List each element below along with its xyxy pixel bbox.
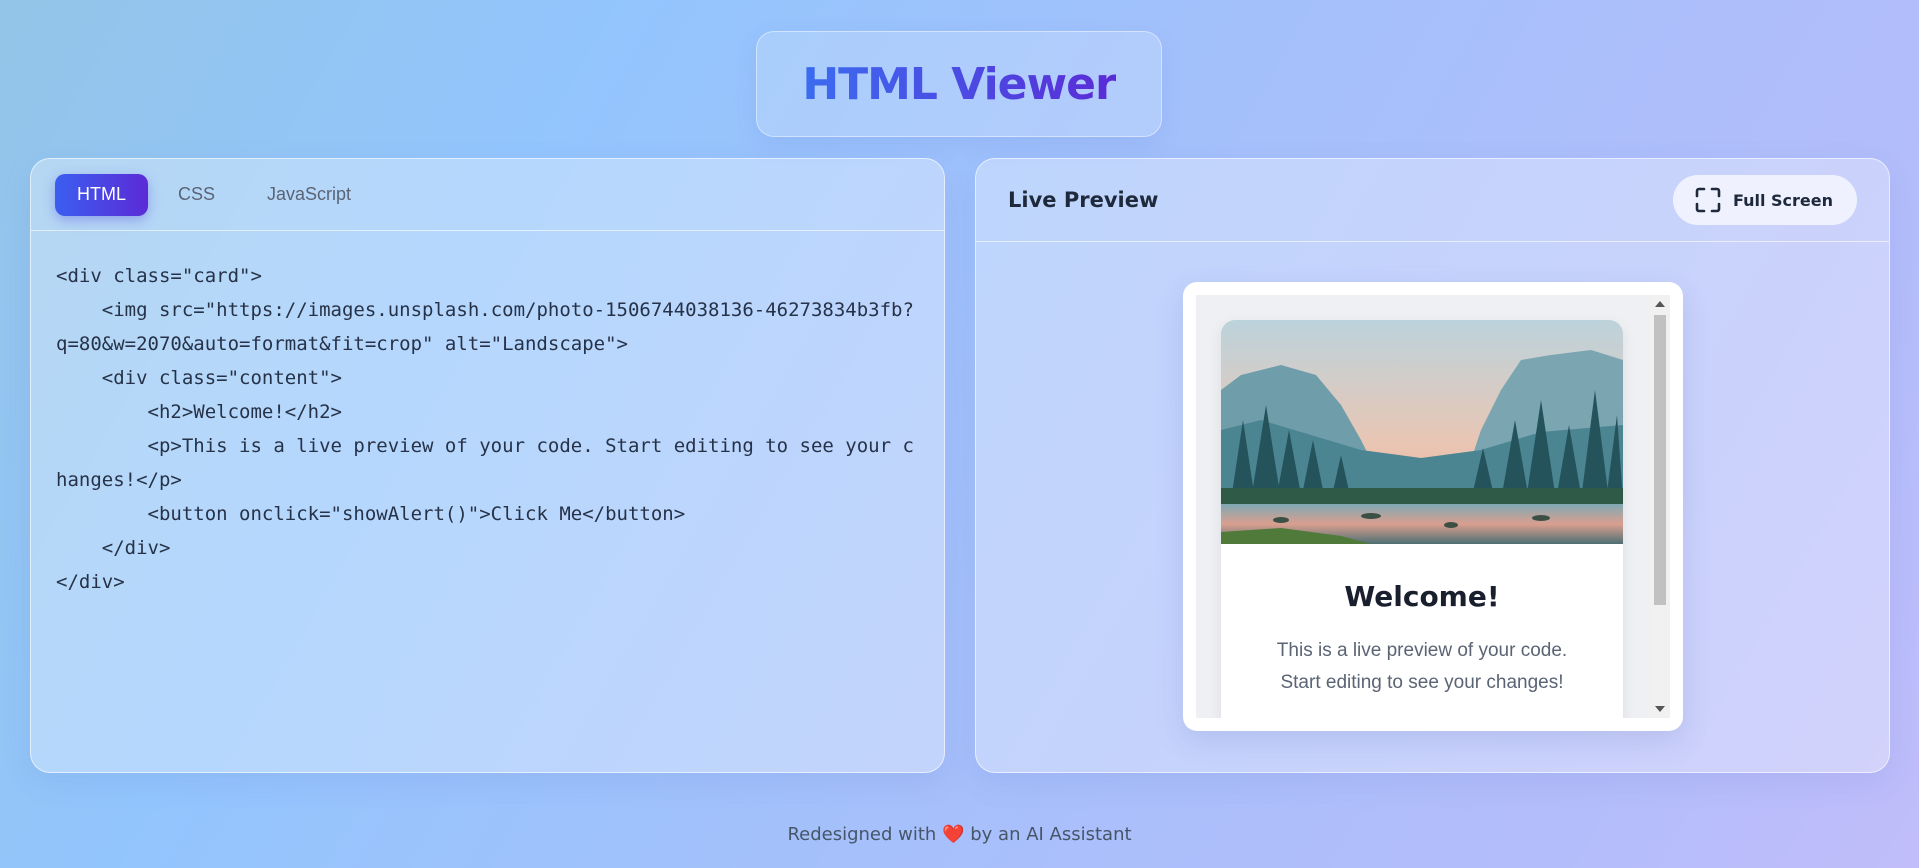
code-line: <button onclick="showAlert()">Click Me</… — [56, 503, 686, 525]
tab-javascript[interactable]: JavaScript — [245, 174, 373, 216]
code-line: <h2>Welcome!</h2> — [56, 401, 342, 423]
code-textarea[interactable]: <div class="card"> <img src="https://ima… — [31, 231, 944, 627]
footer-prefix: Redesigned with — [787, 824, 937, 845]
preview-viewport[interactable]: Welcome! This is a live preview of your … — [1196, 295, 1670, 718]
page-title: HTML Viewer — [802, 58, 1116, 110]
preview-title: Live Preview — [1008, 188, 1159, 212]
scroll-down-icon[interactable] — [1655, 706, 1665, 712]
preview-card: Welcome! This is a live preview of your … — [1221, 320, 1623, 718]
preview-frame: Welcome! This is a live preview of your … — [1183, 282, 1683, 731]
live-preview-panel: Live Preview Full Screen Welcome! This i… — [975, 158, 1890, 773]
card-heading: Welcome! — [1344, 580, 1500, 613]
scroll-up-icon[interactable] — [1655, 301, 1665, 307]
tab-html[interactable]: HTML — [55, 173, 148, 216]
title-card: HTML Viewer — [756, 31, 1162, 137]
code-line: <p>This is a live preview of your code. … — [56, 435, 914, 491]
landscape-image — [1221, 320, 1623, 544]
full-screen-label: Full Screen — [1732, 190, 1833, 210]
code-line: </div> — [56, 571, 125, 593]
full-screen-button[interactable]: Full Screen — [1672, 175, 1857, 225]
preview-header: Live Preview Full Screen — [976, 159, 1889, 242]
tab-css[interactable]: CSS — [156, 174, 237, 216]
footer-suffix: by an AI Assistant — [970, 824, 1132, 845]
code-line: <div class="card"> — [56, 265, 262, 287]
expand-icon — [1695, 187, 1721, 213]
code-line: <img src="https://images.unsplash.com/ph… — [56, 299, 914, 355]
code-editor-panel: HTML CSS JavaScript <div class="card"> <… — [30, 158, 945, 773]
preview-scrollbar[interactable] — [1650, 295, 1670, 718]
card-text: This is a live preview of your code. Sta… — [1276, 640, 1568, 693]
scroll-thumb[interactable] — [1654, 315, 1666, 605]
heart-icon: ❤️ — [942, 824, 965, 845]
code-line: </div> — [56, 537, 171, 559]
footer: Redesigned with ❤️ by an AI Assistant — [0, 824, 1919, 845]
editor-tabs: HTML CSS JavaScript — [31, 159, 944, 231]
code-line: <div class="content"> — [56, 367, 342, 389]
